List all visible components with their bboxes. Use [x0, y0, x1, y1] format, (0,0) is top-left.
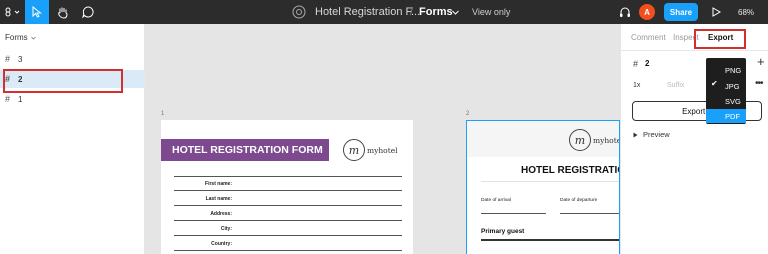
share-button[interactable]: Share: [664, 3, 698, 21]
form-row-first-name: First name:: [174, 181, 402, 191]
export-scale-select[interactable]: 1x: [633, 82, 640, 89]
export-suffix-input[interactable]: Suffix: [667, 82, 684, 89]
headphones-icon[interactable]: [618, 0, 632, 24]
tab-comment[interactable]: Comment: [631, 33, 666, 42]
option-label: SVG: [725, 96, 741, 106]
form-title: HOTEL REGISTRATIO: [521, 165, 620, 176]
format-option-pdf[interactable]: PDF: [706, 109, 746, 123]
selected-frame-name: 2: [645, 59, 650, 68]
highlight-box-layer: [3, 69, 123, 93]
primary-guest-heading: Primary guest: [481, 228, 525, 235]
zoom-level[interactable]: 68%: [738, 0, 754, 24]
comment-bubble-icon: [82, 6, 94, 18]
main-menu-button[interactable]: [0, 0, 24, 24]
logo-text: myhotel: [593, 135, 619, 145]
date-of-arrival-label: Date of arrival: [481, 198, 511, 203]
page-menu-chevron-down-icon[interactable]: [450, 0, 460, 24]
frame-1-label: 1: [161, 111, 165, 117]
date-of-arrival-underline: [481, 213, 546, 214]
frame-1[interactable]: HOTEL REGISTRATION FORM m myhotel First …: [161, 120, 413, 254]
frame-2-label: 2: [466, 111, 470, 117]
option-label: JPG: [725, 81, 740, 91]
field-label: Last name:: [205, 196, 232, 202]
format-option-jpg[interactable]: ✔ JPG: [706, 79, 746, 93]
logo-text: myhotel: [367, 145, 398, 155]
present-play-icon[interactable]: [710, 0, 722, 24]
logo-monogram-icon: m: [343, 139, 365, 161]
top-toolbar: Hotel Registration F... / Forms View onl…: [0, 0, 768, 24]
format-option-png[interactable]: PNG: [706, 63, 746, 77]
highlight-box-export-tab: [694, 29, 746, 49]
field-underline: [174, 235, 402, 236]
field-underline: [174, 205, 402, 206]
hand-tool-button[interactable]: [51, 0, 75, 24]
form-title-banner: HOTEL REGISTRATION FORM: [161, 139, 329, 161]
file-name[interactable]: Hotel Registration F...: [315, 0, 420, 24]
preview-toggle[interactable]: Preview: [633, 130, 670, 139]
form-row-address: Address:: [174, 211, 402, 221]
preview-label: Preview: [643, 130, 670, 139]
field-underline: [174, 250, 402, 251]
layer-frame-3[interactable]: # 3: [0, 50, 145, 68]
add-export-plus-icon[interactable]: +: [757, 54, 765, 69]
file-status-icon: [291, 0, 307, 24]
frame-hash-icon: #: [5, 54, 11, 64]
frame-2[interactable]: m myhotel HOTEL REGISTRATIO Date of arri…: [466, 120, 620, 254]
layer-label: 1: [18, 94, 23, 104]
form-row-city: City:: [174, 226, 402, 236]
form-divider: [481, 181, 619, 182]
view-only-label: View only: [472, 7, 511, 17]
canvas[interactable]: 1 HOTEL REGISTRATION FORM m myhotel Firs…: [146, 24, 620, 254]
export-format-dropdown: PNG ✔ JPG SVG PDF: [706, 58, 746, 124]
section-divider: [481, 239, 619, 241]
cursor-arrow-icon: [32, 6, 42, 18]
user-avatar[interactable]: A: [639, 4, 655, 20]
field-label: Address:: [210, 211, 232, 217]
date-of-departure-label: Date of departure: [560, 198, 598, 203]
caret-right-icon: [633, 132, 638, 137]
hotel-logo: m myhotel: [343, 139, 398, 161]
field-label: City:: [220, 226, 232, 232]
field-underline: [174, 190, 402, 191]
date-of-departure-underline: [560, 213, 619, 214]
comment-tool-button[interactable]: [76, 0, 100, 24]
hand-icon: [58, 7, 68, 19]
field-underline: [174, 220, 402, 221]
format-option-svg[interactable]: SVG: [706, 94, 746, 108]
move-tool-button[interactable]: [25, 0, 49, 24]
frame-hash-icon: #: [633, 59, 639, 69]
layers-page-label: Forms: [5, 33, 28, 42]
layers-panel: Forms # 3 # 2 # 1: [0, 24, 145, 254]
form-row-country: Country:: [174, 241, 402, 251]
hotel-logo: m myhotel: [569, 129, 619, 151]
option-label: PNG: [725, 65, 742, 75]
frame-hash-icon: #: [5, 94, 11, 104]
breadcrumb-separator: /: [410, 6, 414, 18]
field-label: First name:: [205, 181, 232, 187]
field-label: Country:: [211, 241, 232, 247]
export-more-options-icon[interactable]: •••: [755, 78, 763, 89]
layers-page-selector[interactable]: Forms: [5, 33, 36, 42]
form-divider: [174, 176, 402, 177]
option-label: PDF: [725, 111, 740, 121]
page-name[interactable]: Forms: [419, 0, 453, 24]
logo-monogram-icon: m: [569, 129, 591, 151]
chevron-down-icon: [30, 36, 36, 40]
tab-divider: [621, 50, 768, 51]
layer-label: 3: [18, 54, 23, 64]
form-row-last-name: Last name:: [174, 196, 402, 206]
checkmark-icon: ✔: [711, 79, 718, 88]
figma-menu-icon: [5, 7, 20, 17]
